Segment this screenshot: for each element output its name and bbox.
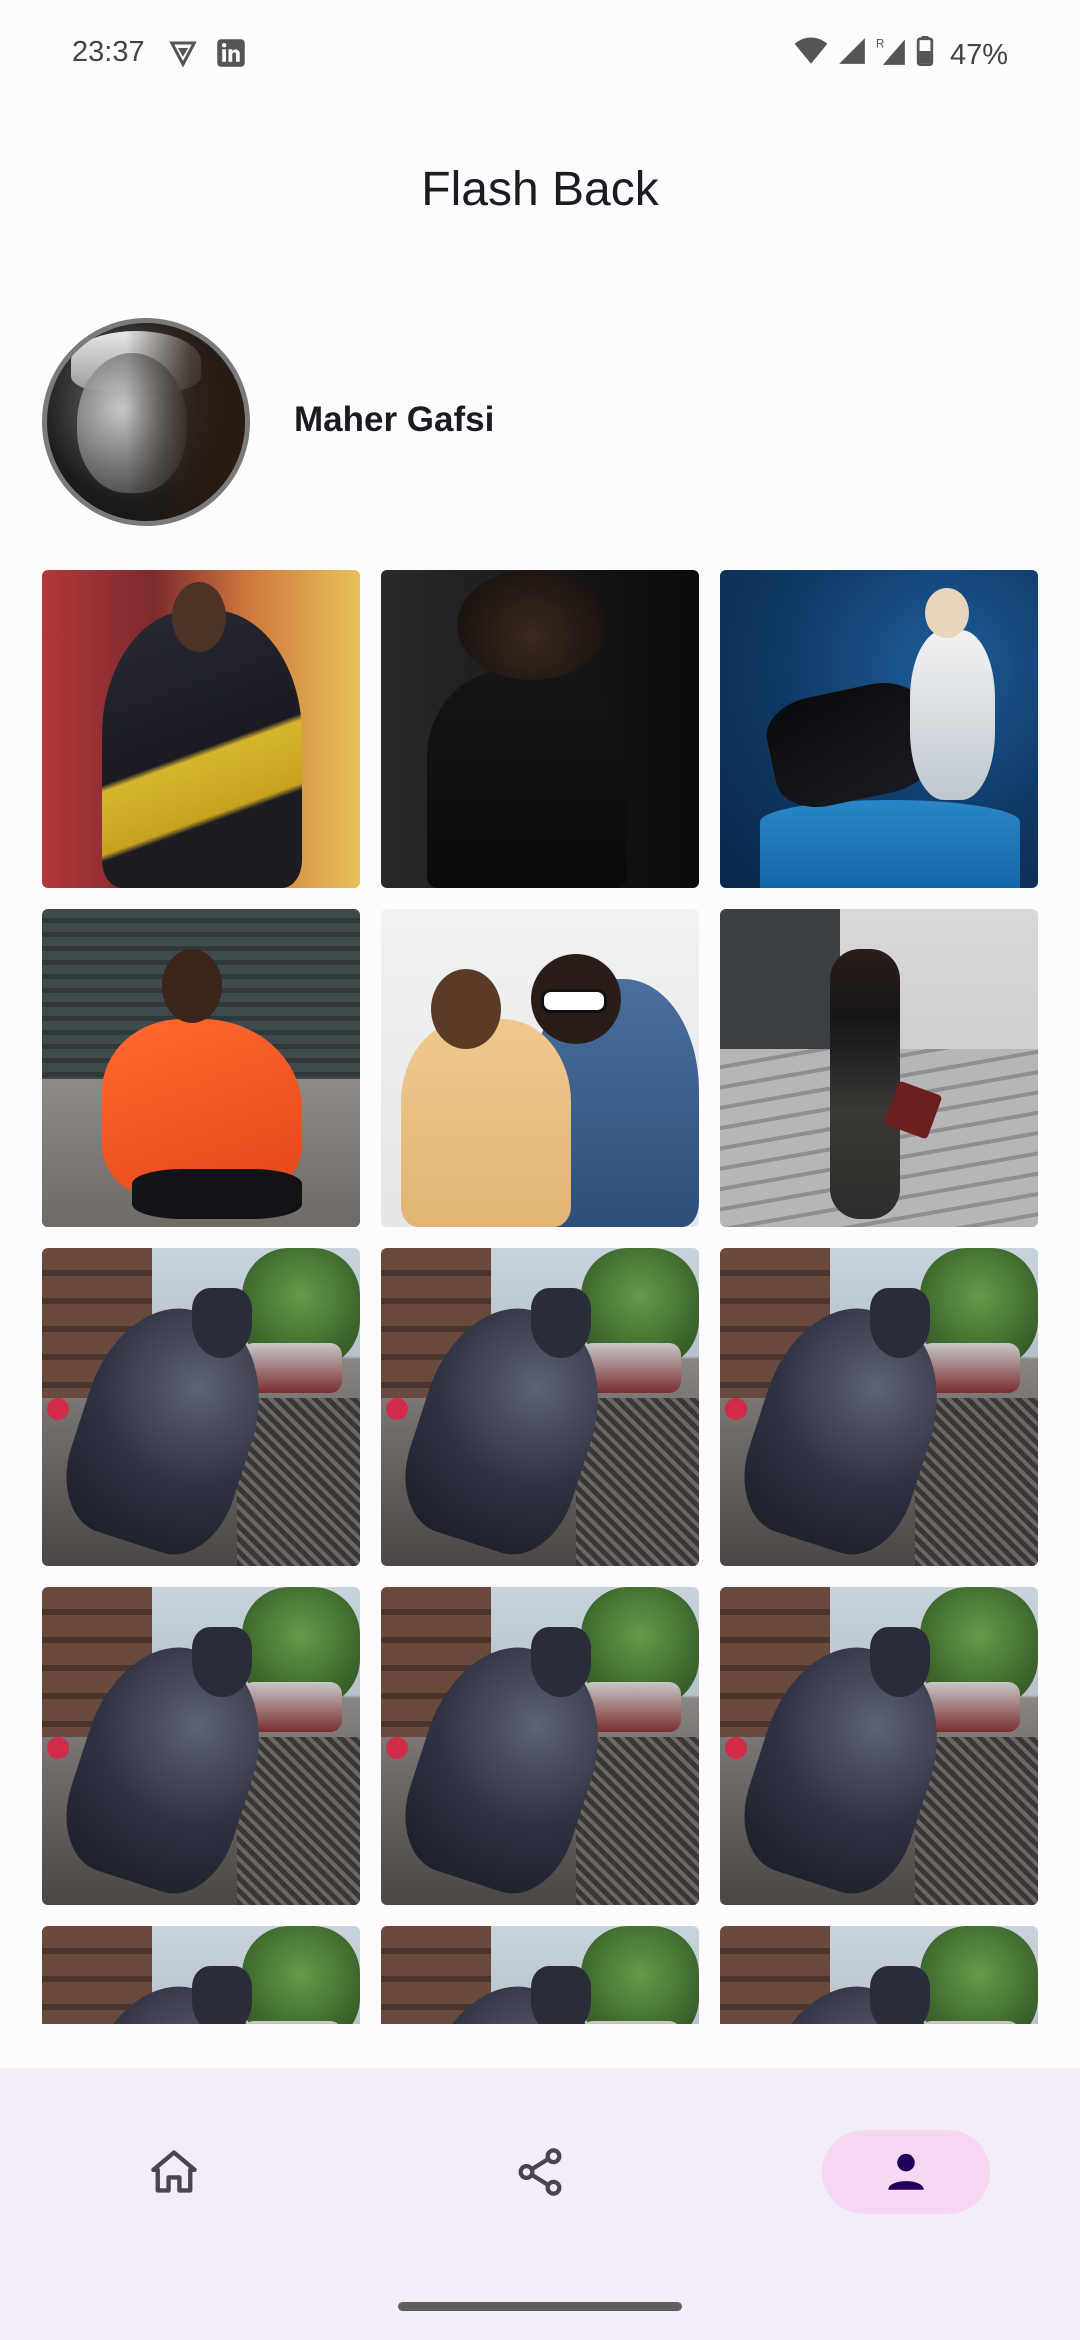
battery-icon (916, 36, 934, 74)
cat-statue-head (870, 1627, 930, 1697)
photo-pedestal (760, 800, 1020, 888)
svg-text:R: R (876, 39, 884, 51)
flower (725, 1398, 747, 1420)
linkedin-icon (216, 38, 246, 76)
cat-statue-head (870, 1966, 930, 2024)
photo-tree (920, 1926, 1038, 2024)
wifi-icon (794, 36, 828, 74)
photo-subject (910, 630, 995, 800)
page-title: Flash Back (421, 163, 659, 216)
gesture-home-indicator[interactable] (398, 2302, 682, 2311)
photo-car (581, 2021, 681, 2024)
battery-percent: 47% (949, 38, 1008, 71)
profile-name: Maher Gafsi (294, 400, 495, 439)
avatar-shadow (126, 323, 245, 521)
bottom-navigation (0, 2068, 1080, 2340)
photo-subject (427, 670, 627, 888)
home-icon (151, 2150, 197, 2193)
photo-subject-head (457, 570, 607, 680)
nav-profile[interactable] (822, 2130, 990, 2214)
photo-car (242, 2021, 342, 2024)
photo-subject-head (172, 582, 226, 652)
screen: 23:37 R 47% Flash Back Maher Gafsi (0, 0, 1080, 2340)
status-bar: 23:37 R 47% (0, 0, 1080, 110)
photo-tile-cat-statue[interactable] (42, 1926, 360, 2024)
share-icon (518, 2148, 562, 2196)
status-time: 23:37 (72, 36, 145, 68)
cat-statue-head (531, 1966, 591, 2024)
flower (386, 1737, 408, 1759)
flower (386, 1398, 408, 1420)
photo-tile-stairs-portrait[interactable] (720, 909, 1038, 1227)
cat-statue-head (192, 1966, 252, 2024)
photo-tile-cat-statue[interactable] (381, 1248, 699, 1566)
cat-statue-head (192, 1627, 252, 1697)
status-right-group: R 47% (794, 36, 1008, 74)
photo-subject-legs (132, 1169, 302, 1219)
photo-grid (42, 570, 1038, 2024)
cat-statue-head (531, 1288, 591, 1358)
cat-statue-head (870, 1288, 930, 1358)
person-icon (888, 2153, 924, 2190)
photo-subject-head (162, 949, 222, 1023)
vpn-shield-icon (168, 38, 198, 76)
cat-statue-head (192, 1288, 252, 1358)
photo-subject-head (925, 588, 969, 638)
photo-tile-street-portrait[interactable] (42, 570, 360, 888)
photo-tile-blue-studio-portrait[interactable] (720, 570, 1038, 888)
nav-home[interactable] (90, 2130, 258, 2214)
photo-tile-cat-statue[interactable] (42, 1248, 360, 1566)
photo-building (720, 909, 840, 1049)
photo-tree (581, 1926, 699, 2024)
roaming-signal-icon: R (876, 36, 906, 74)
flower (47, 1737, 69, 1759)
avatar[interactable] (42, 318, 250, 526)
flower (725, 1737, 747, 1759)
photo-tile-dark-portrait[interactable] (381, 570, 699, 888)
sunglasses (541, 989, 607, 1013)
photo-subject-head (431, 969, 501, 1049)
photo-car (920, 2021, 1020, 2024)
photo-tile-cat-statue[interactable] (720, 1248, 1038, 1566)
photo-tile-cat-statue[interactable] (381, 1587, 699, 1905)
photo-tile-cat-statue[interactable] (720, 1926, 1038, 2024)
photo-tile-orange-jacket-portrait[interactable] (42, 909, 360, 1227)
photo-grid-viewport[interactable] (0, 568, 1080, 2024)
photo-tile-cat-statue[interactable] (720, 1587, 1038, 1905)
photo-tile-two-friends-portrait[interactable] (381, 909, 699, 1227)
photo-tile-cat-statue[interactable] (381, 1926, 699, 2024)
photo-tile-cat-statue[interactable] (42, 1587, 360, 1905)
cat-statue-head (531, 1627, 591, 1697)
photo-tree (242, 1926, 360, 2024)
cell-signal-icon (838, 37, 866, 73)
photo-subject (830, 949, 900, 1219)
nav-share[interactable] (456, 2130, 624, 2214)
photo-subject-left (401, 1019, 571, 1227)
flower (47, 1398, 69, 1420)
